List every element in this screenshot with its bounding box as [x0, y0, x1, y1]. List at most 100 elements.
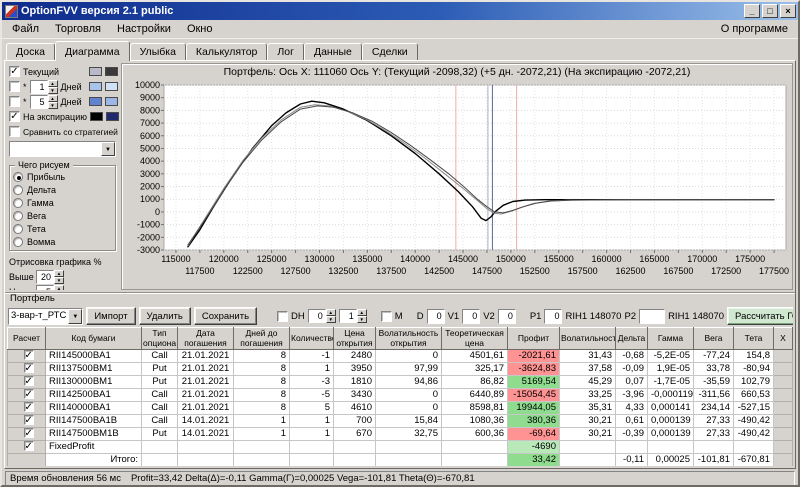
row-checkbox[interactable]: ✓ [24, 376, 34, 386]
expiration-color-swatch-1[interactable] [90, 112, 103, 121]
row-check-cell[interactable]: ✓ [8, 402, 46, 415]
strategy-dropdown-button[interactable]: ▼ [101, 142, 115, 156]
column-header-11[interactable]: Дельта [616, 328, 648, 350]
row-check-cell[interactable]: ✓ [8, 363, 46, 376]
table-row[interactable]: ✓RII130000BM1Put21.01.20218-3181094,8686… [8, 376, 793, 389]
dh-spin1-value[interactable]: 0 [308, 309, 326, 323]
portfolio-chart[interactable]: 1000090008000700060005000400030002000100… [122, 80, 793, 287]
compare-checkbox[interactable] [9, 126, 20, 137]
row-checkbox[interactable]: ✓ [24, 402, 34, 412]
days5-color-swatch-2[interactable] [105, 97, 118, 106]
draw-option-Вега[interactable]: Вега [13, 209, 112, 222]
above-spinner[interactable]: 20 ▲▼ [36, 270, 64, 284]
column-header-3[interactable]: Дата погашения [178, 328, 234, 350]
row-check-cell[interactable]: ✓ [8, 415, 46, 428]
column-header-6[interactable]: Цена открытия [334, 328, 376, 350]
row-check-cell[interactable]: ✓ [8, 376, 46, 389]
below-value[interactable]: 5 [36, 285, 54, 291]
column-header-14[interactable]: Тета [734, 328, 774, 350]
above-value[interactable]: 20 [36, 270, 54, 284]
minimize-button[interactable]: _ [744, 4, 760, 18]
row-checkbox[interactable]: ✓ [24, 428, 34, 438]
days1-spinner[interactable]: 1 ▲▼ [30, 80, 58, 94]
spin-down-icon[interactable]: ▼ [48, 87, 58, 94]
menu-settings[interactable]: Настройки [109, 21, 179, 37]
row-check-cell[interactable]: ✓ [8, 428, 46, 441]
maximize-button[interactable]: □ [762, 4, 778, 18]
preset-combobox[interactable]: 3-вар-т_РТС ▼ [8, 308, 83, 325]
preset-dropdown-button[interactable]: ▼ [68, 309, 82, 324]
days5-color-swatch-1[interactable] [89, 97, 102, 106]
menu-file[interactable]: Файл [4, 21, 47, 37]
row-checkbox[interactable]: ✓ [24, 415, 34, 425]
current-checkbox[interactable]: ✓ [9, 66, 20, 77]
m-checkbox[interactable] [381, 311, 392, 322]
days1-checkbox[interactable] [9, 81, 20, 92]
column-header-5[interactable]: Количество [290, 328, 334, 350]
days1-color-swatch-1[interactable] [89, 82, 102, 91]
days1-spin-buttons[interactable]: ▲▼ [48, 80, 58, 94]
days5-spin-buttons[interactable]: ▲▼ [48, 95, 58, 109]
close-button[interactable]: × [780, 4, 796, 18]
import-button[interactable]: Импорт [86, 307, 135, 325]
spin-down-icon[interactable]: ▼ [48, 102, 58, 109]
draw-option-Вомма[interactable]: Вомма [13, 235, 112, 248]
column-header-9[interactable]: Профит [508, 328, 560, 350]
chart-svg[interactable]: 1000090008000700060005000400030002000100… [122, 80, 793, 282]
radio-icon[interactable] [13, 172, 23, 182]
tab-deals[interactable]: Сделки [362, 43, 418, 60]
v1-field[interactable]: 0 [462, 309, 480, 324]
draw-option-Прибыль[interactable]: Прибыль [13, 170, 112, 183]
dh-spin2-value[interactable]: 1 [339, 309, 357, 323]
spin-down-icon[interactable]: ▼ [54, 277, 64, 284]
column-header-7[interactable]: Волатильность открытия [376, 328, 442, 350]
strategy-combobox[interactable]: ▼ [9, 141, 116, 157]
current-color-swatch-1[interactable] [89, 67, 102, 76]
column-header-1[interactable]: Код бумаги [46, 328, 142, 350]
tab-smile[interactable]: Улыбка [130, 43, 186, 60]
dh-spin1-buttons[interactable]: ▲▼ [326, 309, 336, 323]
calc-go-button[interactable]: Рассчитать ГО [727, 307, 793, 325]
column-header-8[interactable]: Теоретическая цена [442, 328, 508, 350]
delete-row-cell[interactable] [774, 402, 793, 415]
column-header-15[interactable]: X [774, 328, 793, 350]
spin-up-icon[interactable]: ▲ [54, 270, 64, 277]
column-header-2[interactable]: Тип опциона [142, 328, 178, 350]
radio-icon[interactable] [13, 224, 23, 234]
delete-row-cell[interactable] [774, 441, 793, 454]
row-check-cell[interactable]: ✓ [8, 350, 46, 363]
p1-field[interactable]: 0 [544, 309, 562, 324]
column-header-10[interactable]: Волатильность [560, 328, 616, 350]
radio-icon[interactable] [13, 185, 23, 195]
row-check-cell[interactable]: ✓ [8, 389, 46, 402]
delete-row-cell[interactable] [774, 428, 793, 441]
delete-row-cell[interactable] [774, 376, 793, 389]
row-checkbox[interactable]: ✓ [24, 350, 34, 360]
above-spin-buttons[interactable]: ▲▼ [54, 270, 64, 284]
d-field[interactable]: 0 [427, 309, 445, 324]
table-row[interactable]: ✓FixedProfit-4690 [8, 441, 793, 454]
delete-row-cell[interactable] [774, 363, 793, 376]
dh-checkbox[interactable] [277, 311, 288, 322]
days5-value[interactable]: 5 [30, 95, 48, 109]
table-row[interactable]: ✓RII145000BA1Call21.01.20218-1248004501,… [8, 350, 793, 363]
tab-calculator[interactable]: Калькулятор [186, 43, 267, 60]
delete-row-cell[interactable] [774, 389, 793, 402]
column-header-13[interactable]: Вега [694, 328, 734, 350]
table-row[interactable]: ✓RII137500BM1Put21.01.202181395097,99325… [8, 363, 793, 376]
total-row[interactable]: Итого:33,42-0,110,00025-101,81-670,81 [8, 454, 793, 467]
radio-icon[interactable] [13, 237, 23, 247]
below-spin-buttons[interactable]: ▲▼ [54, 285, 64, 291]
tab-log[interactable]: Лог [267, 43, 304, 60]
days5-checkbox[interactable] [9, 96, 20, 107]
table-row[interactable]: ✓RII147500BA1BCall14.01.20211170015,8410… [8, 415, 793, 428]
tab-diagram[interactable]: Диаграмма [55, 41, 130, 61]
spin-up-icon[interactable]: ▲ [357, 309, 367, 316]
table-row[interactable]: ✓RII147500BM1BPut14.01.20211167032,75600… [8, 428, 793, 441]
days5-spinner[interactable]: 5 ▲▼ [30, 95, 58, 109]
spin-up-icon[interactable]: ▲ [54, 285, 64, 291]
expiration-color-swatch-2[interactable] [106, 112, 119, 121]
p2-field[interactable] [639, 309, 665, 324]
row-check-cell[interactable]: ✓ [8, 441, 46, 454]
menu-window[interactable]: Окно [179, 21, 221, 37]
